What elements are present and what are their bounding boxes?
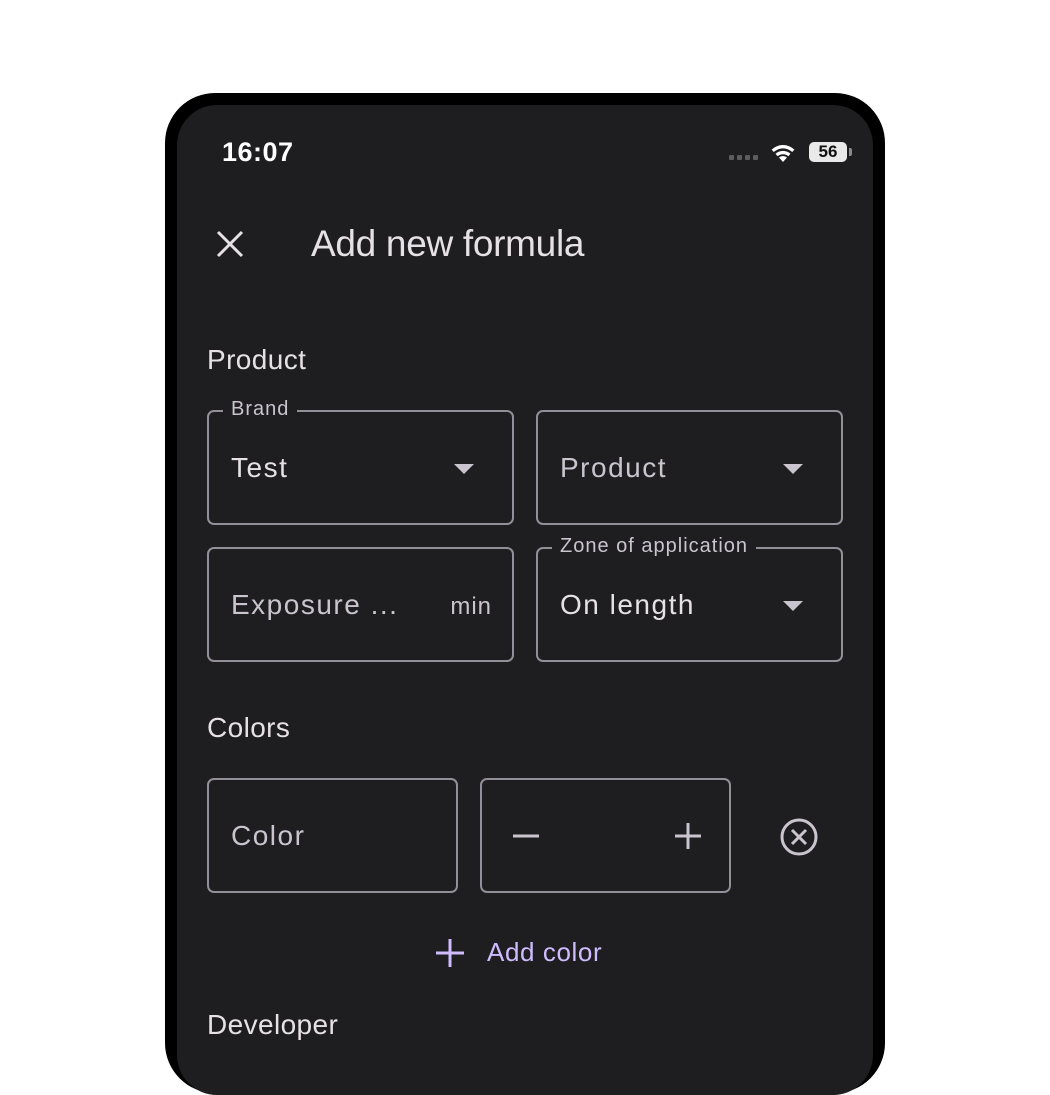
add-color-button[interactable]: Add color <box>435 937 602 968</box>
chevron-down-icon[interactable] <box>783 601 803 611</box>
color-placeholder: Color <box>231 820 306 851</box>
brand-value: Test <box>231 452 289 483</box>
brand-dropdown[interactable]: Brand Test <box>207 398 514 525</box>
color-field[interactable]: Color <box>207 778 458 893</box>
zone-field-label: Zone of application <box>552 535 757 558</box>
status-time: 16:07 <box>222 137 294 167</box>
battery-icon: 56 <box>809 142 847 162</box>
close-icon <box>216 230 244 258</box>
plus-icon <box>436 938 464 967</box>
remove-color-button[interactable] <box>777 815 821 859</box>
page-title: Add new formula <box>311 223 585 264</box>
quantity-stepper <box>480 778 731 893</box>
chevron-down-icon[interactable] <box>454 464 474 474</box>
minus-icon <box>513 834 539 838</box>
chevron-down-icon[interactable] <box>783 464 803 474</box>
zone-value: On length <box>560 589 695 620</box>
add-color-label: Add color <box>487 937 603 967</box>
brand-field-label: Brand <box>223 398 298 421</box>
product-placeholder: Product <box>560 452 667 483</box>
cellular-signal-icon <box>729 155 758 160</box>
exposure-placeholder: Exposure ... <box>231 589 399 620</box>
developer-section-heading: Developer <box>207 1009 339 1040</box>
app-screen: 16:07 56 Add new formula Product Brand T… <box>177 105 873 1095</box>
exposure-unit-suffix: min <box>450 593 492 620</box>
plus-icon <box>675 823 701 849</box>
colors-section-heading: Colors <box>207 712 291 743</box>
close-button[interactable] <box>205 219 255 269</box>
wifi-icon <box>771 145 795 162</box>
exposure-time-field[interactable]: Exposure ... min <box>207 547 514 662</box>
increment-button[interactable] <box>668 816 708 856</box>
product-section-heading: Product <box>207 344 307 375</box>
battery-tip <box>849 148 852 156</box>
product-dropdown[interactable]: Product <box>536 410 843 525</box>
decrement-button[interactable] <box>506 816 546 856</box>
zone-of-application-dropdown[interactable]: Zone of application On length <box>536 535 843 662</box>
remove-circle-icon <box>780 818 818 856</box>
